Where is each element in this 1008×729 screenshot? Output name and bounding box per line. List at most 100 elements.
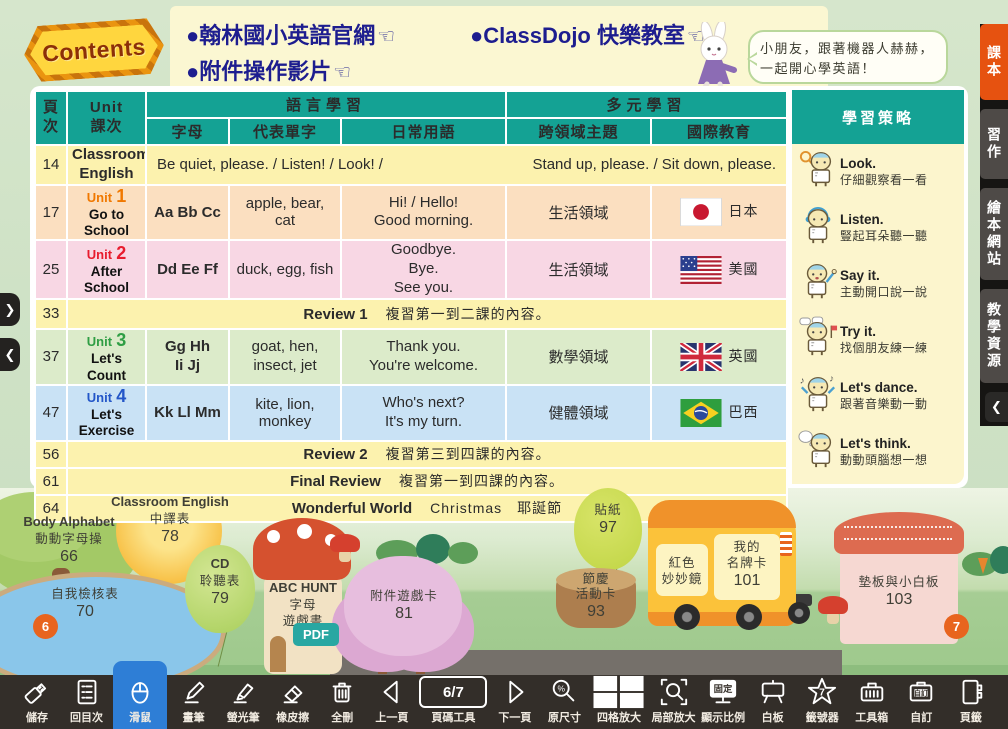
col-header-words: 代表單字 <box>229 118 341 145</box>
tool-whiteboard[interactable]: 白板 <box>750 675 796 729</box>
table-row: 47 Unit 4Let's Exercise Kk Ll Mm kite, l… <box>35 385 787 441</box>
label-whiteboard-set: 墊板與小白板 103 <box>840 574 958 611</box>
expand-left-panel-icon[interactable]: ❯ <box>0 293 20 326</box>
link-hanlin-site[interactable]: ●翰林國小英語官網☜ <box>186 18 395 50</box>
tool-display-ratio[interactable]: 固定 顯示比例 <box>700 675 746 729</box>
pdf-link-badge[interactable]: PDF <box>293 623 339 646</box>
four-pane-grid-icon <box>592 675 646 709</box>
trash-icon <box>327 675 357 709</box>
tab-workbook[interactable]: 習作 <box>980 109 1008 179</box>
label-name-card: 我的 名牌卡 101 <box>714 540 780 591</box>
link-attachment-videos[interactable]: ●附件操作影片☜ <box>186 54 351 86</box>
tool-custom[interactable]: 自訂 自訂 <box>898 675 944 729</box>
next-page-icon <box>500 675 530 709</box>
tool-number-picker[interactable]: 7 籤號器 <box>799 675 845 729</box>
pink-house-roof <box>834 512 964 554</box>
robot-listen-icon <box>796 204 840 253</box>
table-row: 14 Classroom English Be quiet, please. /… <box>35 145 787 185</box>
speech-bubble: 小朋友，跟著機器人赫赫， 一起開心學英語！ <box>748 30 948 84</box>
eraser-icon <box>278 675 308 709</box>
tool-four-pane-zoom[interactable]: 四格放大 <box>591 675 647 729</box>
strategy-look: Look.仔細觀察看一看 <box>792 144 964 200</box>
table-row: 37 Unit 3Let's Count Gg Hh Ii Jj goat, h… <box>35 329 787 385</box>
col-header-international: 國際教育 <box>651 118 787 145</box>
collapse-right-panel-icon[interactable]: ❮ <box>985 392 1008 422</box>
tool-back-to-contents[interactable]: 回目次 <box>64 675 110 729</box>
tool-page-tabs[interactable]: 頁籤 <box>948 675 994 729</box>
robot-look-icon <box>796 148 840 197</box>
svg-text:♪: ♪ <box>800 375 805 386</box>
svg-text:♪: ♪ <box>829 373 834 384</box>
stripe-decal <box>780 532 792 556</box>
table-row: 25 Unit 2After School Dd Ee Ff duck, egg… <box>35 240 787 298</box>
label-abc-hunt: ABC HUNT 字母 遊戲書 <box>264 580 342 629</box>
tab-picturebook-site[interactable]: 繪本網站 <box>980 188 1008 280</box>
robot-dance-icon: ♪♪ <box>796 372 840 421</box>
uk-flag-icon <box>680 343 722 371</box>
tool-delete-all[interactable]: 全刪 <box>319 675 365 729</box>
tab-teaching-resources[interactable]: 教學資源 <box>980 289 1008 383</box>
contents-badge: Contents <box>22 17 166 83</box>
bush <box>448 542 478 564</box>
tool-toolbox[interactable]: 工具箱 <box>849 675 895 729</box>
contents-table-card: 頁次 Unit 課次 語言學習 多元學習 字母 代表單字 日常用語 跨領域主題 … <box>30 86 968 488</box>
page-tabs-icon <box>956 675 986 709</box>
label-classroom-english: Classroom English 中譯表 78 <box>110 494 230 548</box>
svg-text:固定: 固定 <box>714 683 733 694</box>
page-marker-left: 6 <box>33 614 58 639</box>
table-of-contents-icon <box>72 675 102 709</box>
pointing-hand-icon: ☜ <box>377 26 395 48</box>
contents-table: 頁次 Unit 課次 語言學習 多元學習 字母 代表單字 日常用語 跨領域主題 … <box>34 90 788 523</box>
col-header-language-learning: 語言學習 <box>146 91 506 118</box>
monitor-fixed-icon: 固定 <box>708 675 738 709</box>
star-number-icon: 7 <box>807 675 837 709</box>
tool-original-size[interactable]: % 原尺寸 <box>541 675 587 729</box>
speech-line1: 小朋友，跟著機器人赫赫， <box>760 39 936 59</box>
collapse-left-panel-icon[interactable]: ❮ <box>0 338 20 371</box>
col-header-strategy: 學習策略 <box>792 90 964 144</box>
tab-textbook[interactable]: 課本 <box>980 24 1008 100</box>
strategies-panel: 學習策略 Look.仔細觀察看一看 Listen.豎起耳朵聽一聽 Say it.… <box>792 90 964 484</box>
usa-flag-icon <box>680 256 722 284</box>
col-header-letters: 字母 <box>146 118 229 145</box>
whiteboard-icon <box>758 675 788 709</box>
highlighter-icon <box>228 675 258 709</box>
label-cd-list: CD 聆聽表 79 <box>185 556 255 610</box>
tool-pen[interactable]: 畫筆 <box>171 675 217 729</box>
tool-page-number[interactable]: 6/7 頁碼工具 <box>418 675 488 729</box>
strategy-try-it: Try it.找個朋友練一練 <box>792 312 964 368</box>
mouse-icon <box>125 673 155 709</box>
page-indicator[interactable]: 6/7 <box>419 676 487 708</box>
label-game-cards: 附件遊戲卡 81 <box>352 588 456 625</box>
table-row: 61 Final Review複習第一到四課的內容。 <box>35 468 787 495</box>
tool-highlighter[interactable]: 螢光筆 <box>220 675 266 729</box>
strategy-dance: ♪♪ Let's dance.跟著音樂動一動 <box>792 368 964 424</box>
tool-area-zoom[interactable]: 局部放大 <box>651 675 697 729</box>
col-header-unit: Unit 課次 <box>67 91 146 145</box>
table-row: 17 Unit 1Go to School Aa Bb Cc apple, be… <box>35 185 787 241</box>
robot-think-icon <box>796 428 840 477</box>
svg-text:7: 7 <box>819 687 825 698</box>
svg-text:%: % <box>558 684 566 694</box>
strategy-listen: Listen.豎起耳朵聽一聽 <box>792 200 964 256</box>
label-red-lens: 紅色 妙妙鏡 <box>656 556 708 587</box>
svg-text:自訂: 自訂 <box>914 689 928 698</box>
custom-box-icon: 自訂 <box>906 675 936 709</box>
link-classdojo[interactable]: ●ClassDojo 快樂教室☜ <box>470 18 705 50</box>
speech-line2: 一起開心學英語！ <box>760 59 936 79</box>
tool-next-page[interactable]: 下一頁 <box>492 675 538 729</box>
strategy-think: Let's think.動動頭腦想一想 <box>792 424 964 480</box>
tool-mouse[interactable]: 滑鼠 <box>113 661 167 729</box>
contents-title: Contents <box>41 33 146 67</box>
table-row: 33 Review 1複習第一到二課的內容。 <box>35 299 787 329</box>
col-header-multi-learning: 多元學習 <box>506 91 787 118</box>
previous-page-icon <box>377 675 407 709</box>
tool-previous-page[interactable]: 上一頁 <box>369 675 415 729</box>
zoom-percent-icon: % <box>549 675 579 709</box>
col-header-daily: 日常用語 <box>341 118 506 145</box>
strategy-say-it: Say it.主動開口說一說 <box>792 256 964 312</box>
japan-flag-icon <box>680 198 722 226</box>
tool-save[interactable]: 儲存 <box>14 675 60 729</box>
pen-icon <box>179 675 209 709</box>
tool-eraser[interactable]: 橡皮擦 <box>270 675 316 729</box>
